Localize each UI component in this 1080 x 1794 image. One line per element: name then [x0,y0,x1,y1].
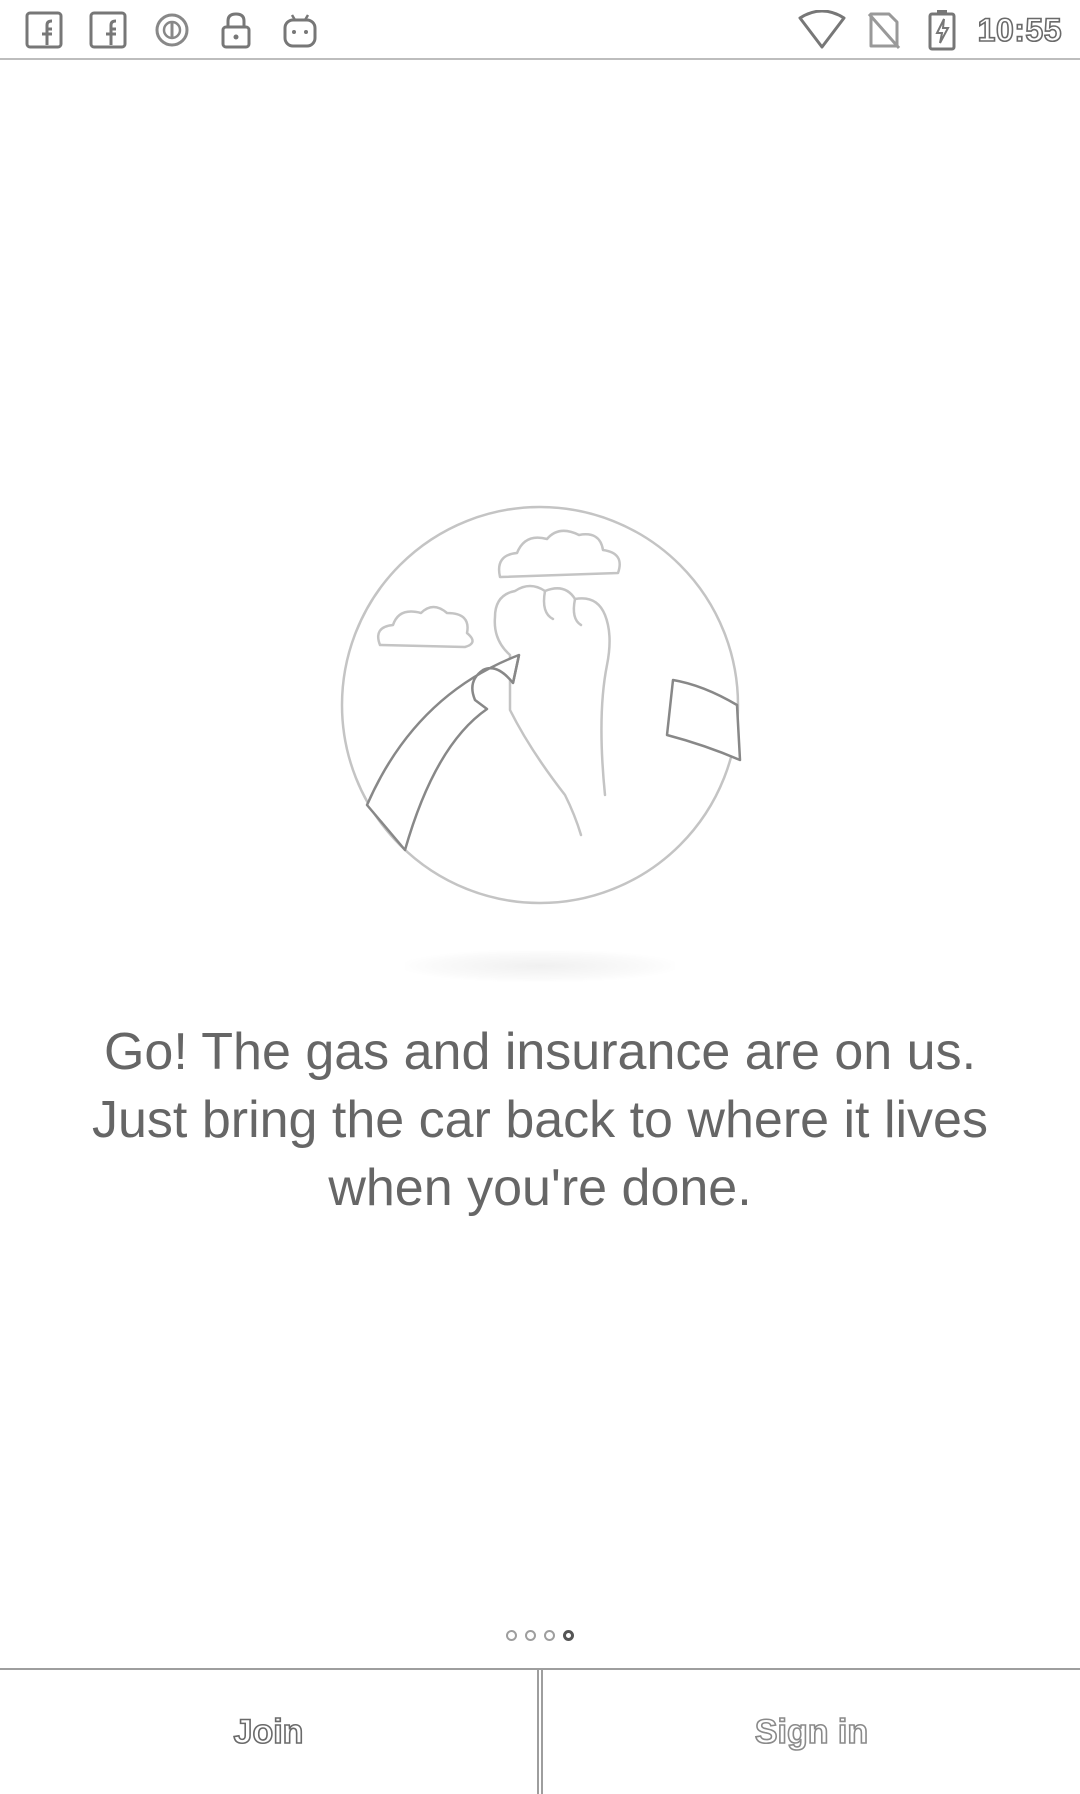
bottom-action-bar: Join Sign in [0,1668,1080,1794]
lock-icon [214,8,258,52]
steering-wheel-illustration [340,505,742,905]
join-button[interactable]: Join [0,1670,537,1794]
battery-charging-icon [920,8,964,52]
onboarding-message: Go! The gas and insurance are on us. Jus… [92,1023,988,1217]
status-bar: 10:55 [0,0,1080,60]
system-status-icons: 10:55 [796,8,1062,52]
sign-in-button[interactable]: Sign in [543,1670,1080,1794]
facebook-icon [86,8,130,52]
page-dot-active[interactable] [563,1630,574,1641]
illustration-shadow [405,950,675,982]
sync-icon [150,8,194,52]
notification-icons [22,8,322,52]
android-icon [278,8,322,52]
facebook-icon [22,8,66,52]
wifi-icon [796,8,848,52]
page-indicator [0,1630,1080,1641]
no-sim-icon [862,8,906,52]
clock: 10:55 [977,11,1062,49]
page-dot[interactable] [525,1630,536,1641]
page-dot[interactable] [506,1630,517,1641]
page-dot[interactable] [544,1630,555,1641]
screen: 10:55 Go! The gas and insurance are on u… [0,0,1080,1794]
